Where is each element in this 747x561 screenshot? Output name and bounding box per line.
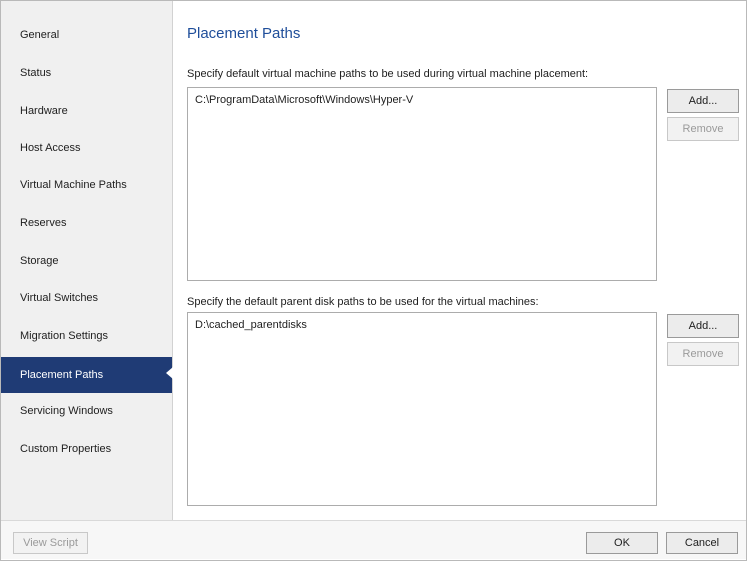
sidebar-item-storage[interactable]: Storage xyxy=(1,245,172,277)
sidebar-item-host-access[interactable]: Host Access xyxy=(1,132,172,164)
sidebar-item-virtual-switches[interactable]: Virtual Switches xyxy=(1,282,172,314)
parent-disk-paths-add-button[interactable]: Add... xyxy=(667,314,739,338)
sidebar-item-virtual-machine-paths[interactable]: Virtual Machine Paths xyxy=(1,169,172,201)
ok-button[interactable]: OK xyxy=(586,532,658,554)
parent-disk-paths-description: Specify the default parent disk paths to… xyxy=(187,296,539,308)
list-item[interactable]: D:\cached_parentdisks xyxy=(195,319,307,331)
vm-paths-remove-button[interactable]: Remove xyxy=(667,117,739,141)
cancel-button[interactable]: Cancel xyxy=(666,532,738,554)
sidebar-item-custom-properties[interactable]: Custom Properties xyxy=(1,433,172,465)
page-title: Placement Paths xyxy=(187,25,301,42)
sidebar: General Status Hardware Host Access Virt… xyxy=(1,1,173,520)
parent-disk-paths-list[interactable]: D:\cached_parentdisks xyxy=(187,312,657,506)
sidebar-item-hardware[interactable]: Hardware xyxy=(1,95,172,127)
vm-paths-list[interactable]: C:\ProgramData\Microsoft\Windows\Hyper-V xyxy=(187,87,657,281)
vm-paths-add-button[interactable]: Add... xyxy=(667,89,739,113)
sidebar-item-servicing-windows[interactable]: Servicing Windows xyxy=(1,395,172,427)
sidebar-item-general[interactable]: General xyxy=(1,19,172,51)
sidebar-item-status[interactable]: Status xyxy=(1,57,172,89)
sidebar-item-reserves[interactable]: Reserves xyxy=(1,207,172,239)
list-item[interactable]: C:\ProgramData\Microsoft\Windows\Hyper-V xyxy=(195,94,413,106)
view-script-button[interactable]: View Script xyxy=(13,532,88,554)
parent-disk-paths-remove-button[interactable]: Remove xyxy=(667,342,739,366)
sidebar-item-placement-paths[interactable]: Placement Paths xyxy=(1,357,173,393)
sidebar-item-migration-settings[interactable]: Migration Settings xyxy=(1,320,172,352)
vm-paths-description: Specify default virtual machine paths to… xyxy=(187,68,589,80)
